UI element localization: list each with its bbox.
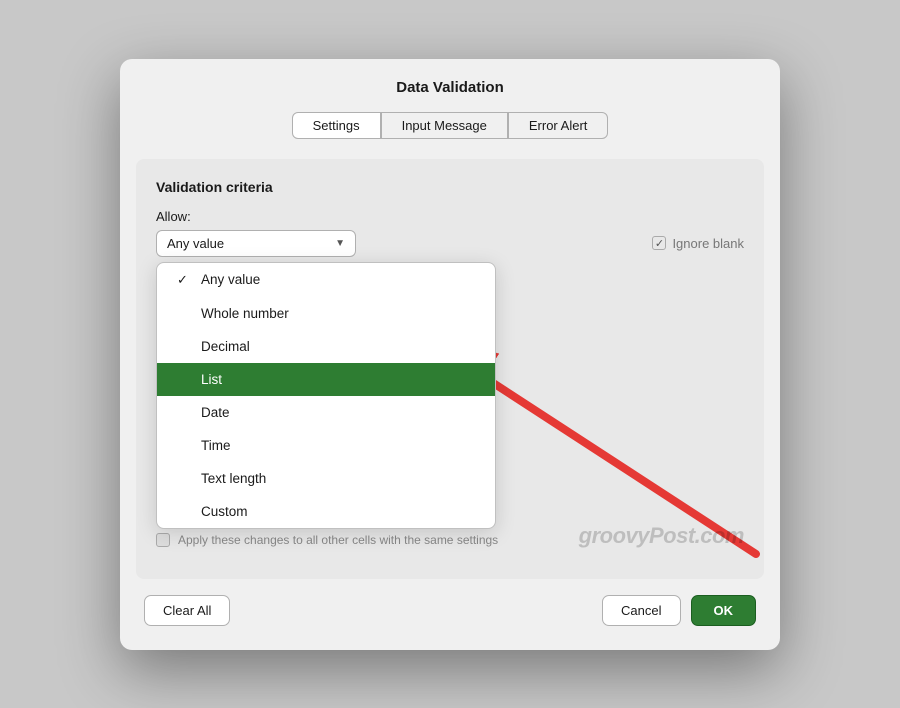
dropdown-item-label: Custom xyxy=(201,504,248,519)
check-icon: ✓ xyxy=(177,272,193,288)
dropdown-item-label: Whole number xyxy=(201,306,289,321)
dropdown-item-text-length[interactable]: Text length xyxy=(157,462,495,495)
dropdown-item-custom[interactable]: Custom xyxy=(157,495,495,528)
dropdown-item-decimal[interactable]: Decimal xyxy=(157,330,495,363)
allow-row: Any value ▼ ✓ Ignore blank ✓ Any value W… xyxy=(156,230,744,257)
ignore-blank-checkbox[interactable]: ✓ xyxy=(652,236,666,250)
allow-dropdown[interactable]: Any value ▼ xyxy=(156,230,356,257)
tab-bar: Settings Input Message Error Alert xyxy=(120,112,780,139)
dropdown-item-date[interactable]: Date xyxy=(157,396,495,429)
tab-settings[interactable]: Settings xyxy=(292,112,381,139)
tab-input-message[interactable]: Input Message xyxy=(381,112,508,139)
dialog-title: Data Validation xyxy=(120,79,780,96)
content-area: Validation criteria Allow: Any value ▼ ✓… xyxy=(136,159,764,579)
tab-error-alert[interactable]: Error Alert xyxy=(508,112,609,139)
dropdown-item-list[interactable]: List xyxy=(157,363,495,396)
ignore-blank-label: Ignore blank xyxy=(672,236,744,251)
ignore-blank-container: ✓ Ignore blank xyxy=(652,236,744,251)
section-label: Validation criteria xyxy=(156,179,744,195)
dropdown-item-label: Any value xyxy=(201,272,260,287)
apply-text: Apply these changes to all other cells w… xyxy=(178,533,498,547)
dropdown-item-label: Text length xyxy=(201,471,266,486)
dropdown-item-label: List xyxy=(201,372,222,387)
dropdown-menu: ✓ Any value Whole number Decimal List xyxy=(156,262,496,529)
dropdown-item-label: Time xyxy=(201,438,231,453)
footer: Clear All Cancel OK xyxy=(120,579,780,630)
watermark: groovyPost.com xyxy=(579,523,744,549)
cancel-button[interactable]: Cancel xyxy=(602,595,680,626)
footer-right-buttons: Cancel OK xyxy=(602,595,756,626)
data-validation-dialog: Data Validation Settings Input Message E… xyxy=(120,59,780,650)
dropdown-item-label: Date xyxy=(201,405,230,420)
clear-all-button[interactable]: Clear All xyxy=(144,595,230,626)
dropdown-item-any-value[interactable]: ✓ Any value xyxy=(157,263,495,297)
apply-checkbox[interactable] xyxy=(156,533,170,547)
dropdown-item-label: Decimal xyxy=(201,339,250,354)
ok-button[interactable]: OK xyxy=(691,595,757,626)
chevron-down-icon: ▼ xyxy=(335,238,345,249)
dropdown-item-whole-number[interactable]: Whole number xyxy=(157,297,495,330)
allow-label: Allow: xyxy=(156,209,744,224)
dropdown-item-time[interactable]: Time xyxy=(157,429,495,462)
allow-dropdown-value: Any value xyxy=(167,236,224,251)
